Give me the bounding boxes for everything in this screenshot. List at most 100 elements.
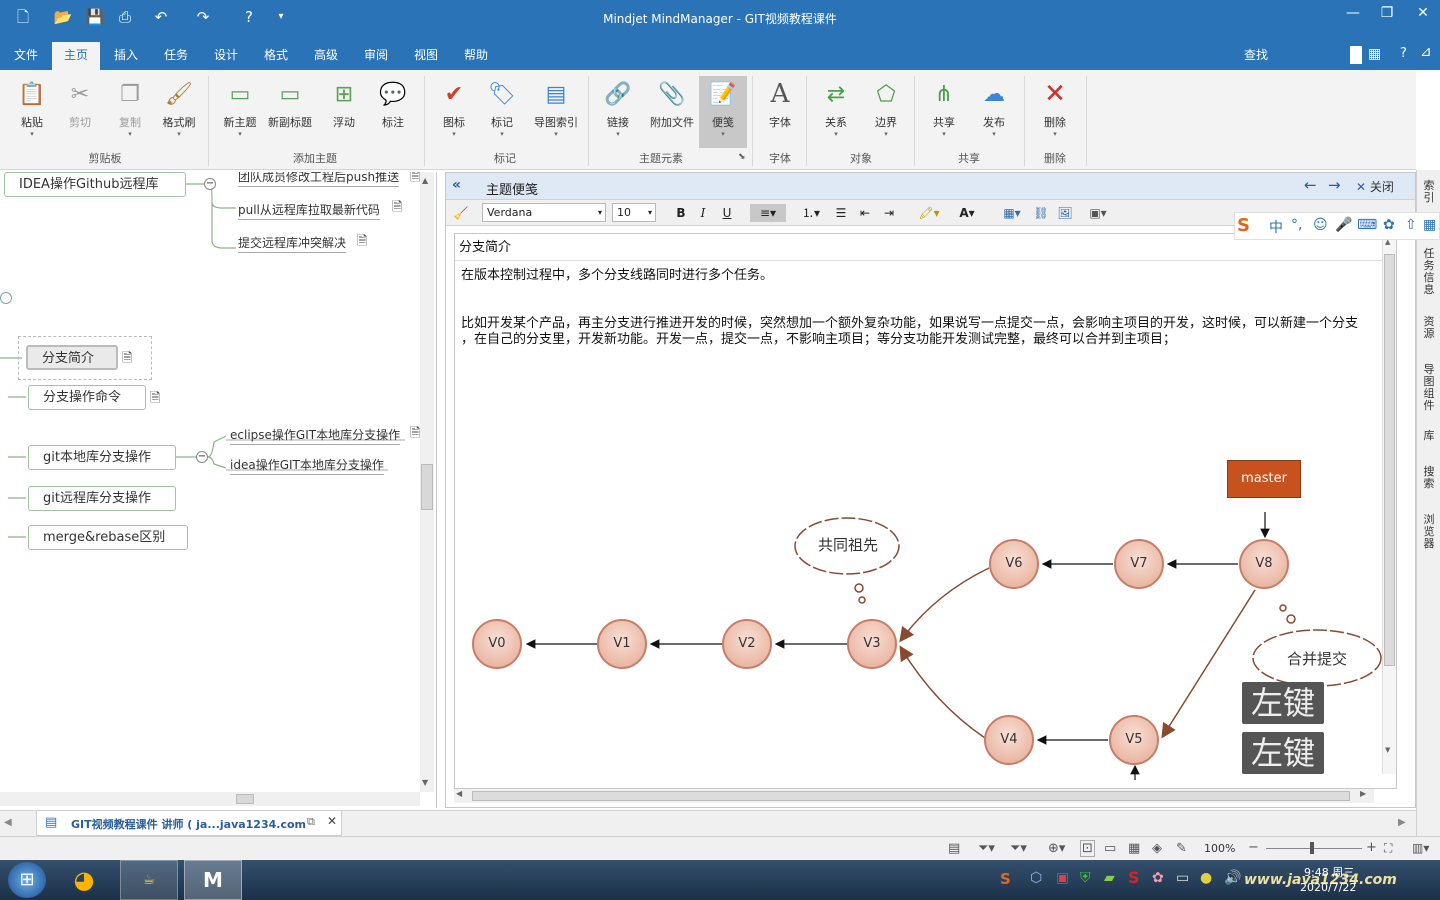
topic-branch-intro[interactable]: 分支简介 <box>26 345 118 370</box>
tabs-scroll-right-icon[interactable]: ▶ <box>1398 817 1406 828</box>
clock-date[interactable]: 2020/7/22 <box>1300 881 1356 894</box>
flower-tray-icon[interactable]: ✿ <box>1152 870 1164 886</box>
start-button[interactable]: ⊞ <box>8 862 46 898</box>
icon-button[interactable]: ✔ 图标 ▾ <box>430 78 478 139</box>
boundary-button[interactable]: ⬠ 边界 ▾ <box>862 78 910 139</box>
close-tab-icon[interactable]: ✕ <box>327 814 337 828</box>
tab-advanced[interactable]: 高级 <box>302 40 350 70</box>
collapse-toggle[interactable] <box>0 292 12 304</box>
bold-icon[interactable]: B <box>672 204 690 222</box>
cut-button[interactable]: ✂ 剪切 <box>56 78 104 130</box>
dialog-launcher-icon[interactable]: ⬊ <box>738 152 746 162</box>
align-left-icon[interactable]: ≡▾ <box>750 204 786 222</box>
note-icon[interactable]: 🗎 <box>410 424 420 446</box>
clear-format-icon[interactable]: 🧹 <box>452 204 470 222</box>
clock-time[interactable]: 9:48 周三 <box>1304 864 1354 880</box>
collapse-pane-icon[interactable]: « <box>452 177 461 193</box>
note-icon[interactable]: 🗎 <box>410 172 420 190</box>
sogou-tray-icon[interactable]: S <box>1000 870 1011 888</box>
font-button[interactable]: A 字体 <box>756 78 804 130</box>
filter-icon[interactable]: ⏷▾ <box>978 841 995 856</box>
outline-view-icon[interactable]: ▤ <box>948 841 960 856</box>
help-question-icon[interactable]: ? <box>1400 46 1407 61</box>
tab-file[interactable]: 文件 <box>2 40 50 70</box>
page-view-icon[interactable]: ▭ <box>1104 841 1116 856</box>
display-tray-icon[interactable]: ▭ <box>1176 870 1189 886</box>
tab-help[interactable]: 帮助 <box>452 40 500 70</box>
subtopic-eclipse-branch[interactable]: eclipse操作GIT本地库分支操作 <box>230 426 401 445</box>
numbered-list-icon[interactable]: ⒈▾ <box>798 204 824 222</box>
topic-git-remote-branch[interactable]: git远程库分支操作 <box>28 486 176 511</box>
format-painter-button[interactable]: 🖌 格式刷 ▾ <box>155 78 203 139</box>
tabs-scroll-left-icon[interactable]: ◀ <box>4 817 12 828</box>
tab-task[interactable]: 任务 <box>152 40 200 70</box>
side-tab-resources[interactable]: 资源 <box>1420 316 1438 340</box>
insert-table-icon[interactable]: ▦▾ <box>998 204 1026 222</box>
float-tab-icon[interactable]: ⧉ <box>307 815 315 829</box>
edit-icon[interactable]: ✎ <box>1176 841 1187 856</box>
delete-button[interactable]: ✕ 删除 ▾ <box>1031 78 1079 138</box>
scroll-down-icon[interactable]: ▼ <box>1385 746 1390 754</box>
zoom-in-icon[interactable]: + <box>1366 840 1377 855</box>
mindmanager-taskbar-icon[interactable]: M <box>184 860 242 900</box>
side-tab-index[interactable]: 索引 <box>1420 180 1438 204</box>
punctuation-icon[interactable]: °, <box>1291 217 1302 233</box>
fit-window-icon[interactable]: ⛶ <box>1384 841 1392 856</box>
underline-icon[interactable]: U <box>718 204 736 222</box>
italic-icon[interactable]: I <box>694 204 712 222</box>
publish-button[interactable]: ☁ 发布 ▾ <box>970 78 1018 139</box>
restore-button[interactable]: ❐ <box>1372 4 1402 24</box>
tag-button[interactable]: 🏷 标记 ▾ <box>478 78 526 139</box>
note-icon[interactable]: 🗎 <box>392 198 402 220</box>
notes-vertical-scrollbar[interactable]: ▲ ▼ <box>1382 234 1396 774</box>
collapse-toggle[interactable]: − <box>204 178 216 190</box>
minimize-button[interactable]: — <box>1338 4 1368 24</box>
layout-icon[interactable]: ▦ <box>1368 46 1381 62</box>
close-window-button[interactable]: ✕ <box>1408 4 1438 24</box>
copy-button[interactable]: ❐ 复制 ▾ <box>106 78 154 139</box>
notes-button[interactable]: 📝 便笺 ▾ <box>699 76 747 148</box>
font-family-select[interactable]: Verdana ▾ <box>482 203 606 222</box>
note-icon[interactable]: 🗎 <box>150 389 160 411</box>
font-size-select[interactable]: 10 ▾ <box>612 203 656 222</box>
skin-icon[interactable]: ✿ <box>1383 217 1395 233</box>
scroll-thumb[interactable] <box>472 791 1350 801</box>
side-tab-search[interactable]: 搜索 <box>1420 466 1438 490</box>
tab-insert[interactable]: 插入 <box>102 40 150 70</box>
note-icon[interactable]: 🗎 <box>122 349 132 371</box>
decrease-indent-icon[interactable]: ⇤ <box>856 204 874 222</box>
search-label[interactable]: 查找 <box>1232 40 1280 70</box>
calendar-icon[interactable]: ▦ <box>1128 841 1140 856</box>
topic-github-remote[interactable]: IDEA操作Github远程库 <box>4 172 186 197</box>
toolbox-icon[interactable]: ▦ <box>1423 217 1436 233</box>
scroll-thumb[interactable] <box>236 794 254 804</box>
side-tab-map-parts[interactable]: 导图组件 <box>1420 364 1438 412</box>
tab-review[interactable]: 审阅 <box>352 40 400 70</box>
volume-icon[interactable]: 🔊 <box>1224 870 1241 886</box>
sogou-logo-icon[interactable]: S <box>1237 215 1250 236</box>
tray-app-icon[interactable]: ▣ <box>1056 870 1069 886</box>
subtopic-conflict[interactable]: 提交远程库冲突解决 <box>238 234 347 253</box>
map-horizontal-scrollbar[interactable] <box>0 792 420 806</box>
scroll-thumb[interactable] <box>421 464 433 510</box>
new-subtopic-button[interactable]: ▭ 新副标题 <box>266 78 314 130</box>
tab-design[interactable]: 设计 <box>202 40 250 70</box>
notes-editor[interactable]: 分支简介 在版本控制过程中，多个分支线路同时进行多个任务。 比如开发某个产品，再… <box>454 233 1397 789</box>
tab-home[interactable]: 主页 <box>52 42 101 70</box>
shield-tray-icon[interactable]: ⛨ <box>1080 870 1091 886</box>
topic-git-local-branch[interactable]: git本地库分支操作 <box>28 445 176 470</box>
callout-button[interactable]: 💬 标注 <box>369 78 417 130</box>
document-tab[interactable]: ▤ GIT视频教程课件 讲师 ( ja...java1234.com ⧉ ✕ <box>36 811 342 836</box>
app-launcher-icon[interactable]: ◕ <box>64 862 104 898</box>
zoom-out-icon[interactable]: − <box>1248 840 1259 855</box>
presentation-icon[interactable]: ◈ <box>1152 841 1162 856</box>
scroll-up-icon[interactable]: ▲ <box>422 176 428 185</box>
new-topic-button[interactable]: ▭ 新主题 ▾ <box>216 78 264 139</box>
zoom-slider-thumb[interactable] <box>1310 842 1314 854</box>
pin-icon[interactable]: ⊿ <box>1420 44 1432 60</box>
emoji-icon[interactable]: ☺ <box>1313 217 1328 233</box>
scroll-thumb[interactable] <box>1384 254 1395 666</box>
subtopic-pull[interactable]: pull从远程库拉取最新代码 <box>238 201 380 220</box>
focus-icon[interactable]: ⊕▾ <box>1048 841 1065 856</box>
more-options-icon[interactable]: ▣▾ <box>1082 204 1114 222</box>
